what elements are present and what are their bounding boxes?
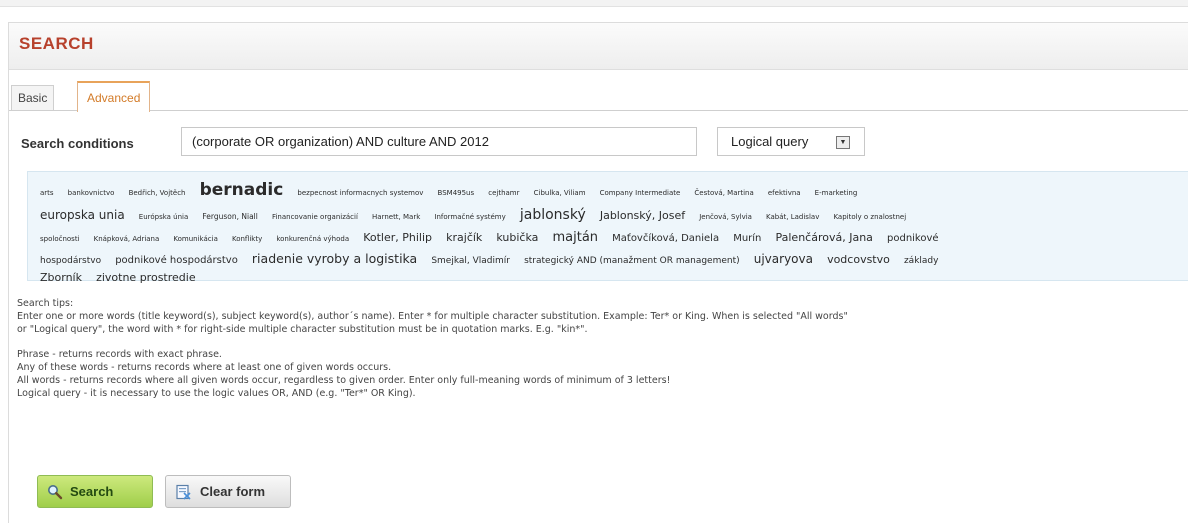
- tag-link[interactable]: Čestová, Martina: [694, 189, 753, 197]
- tips-text: or "Logical query", the word with * for …: [17, 324, 588, 335]
- tips-text: Enter one or more words (title keyword(s…: [17, 311, 848, 322]
- tag-link[interactable]: Kabát, Ladislav: [766, 213, 819, 221]
- tag-cloud-row: arts bankovnictvo Bedřich, Vojtěch berna…: [40, 180, 866, 200]
- search-button[interactable]: Search: [37, 475, 153, 508]
- tag-link[interactable]: Murín: [733, 233, 761, 244]
- query-type-select[interactable]: Logical query ▼: [717, 127, 865, 156]
- search-button-label: Search: [70, 484, 114, 499]
- tag-link[interactable]: Informačné systémy: [434, 213, 505, 221]
- tag-link[interactable]: bernadic: [200, 180, 284, 200]
- tag-link[interactable]: Komunikácia: [173, 235, 217, 243]
- tag-link[interactable]: Kapitoly o znalostnej: [833, 213, 906, 221]
- clear-form-icon: [176, 484, 191, 500]
- page-title: SEARCH: [19, 34, 94, 53]
- tag-link[interactable]: Smejkal, Vladimír: [431, 256, 510, 266]
- tag-cloud: arts bankovnictvo Bedřich, Vojtěch berna…: [27, 171, 1188, 284]
- clear-form-button[interactable]: Clear form: [165, 475, 291, 508]
- tips-logical: Logical query - it is necessary to use t…: [17, 388, 416, 399]
- tag-link[interactable]: podnikové: [887, 233, 939, 244]
- tag-link[interactable]: vodcovstvo: [827, 253, 890, 266]
- clear-form-label: Clear form: [200, 484, 266, 499]
- top-bar: [0, 0, 1188, 7]
- tag-cloud-row: spoločnosti Knápková, Adriana Komunikáci…: [40, 226, 948, 245]
- tag-link[interactable]: ujvaryova: [754, 252, 813, 266]
- tag-link[interactable]: krajčík: [446, 231, 482, 244]
- tag-link[interactable]: Company Intermediate: [600, 189, 681, 197]
- tag-link[interactable]: základy: [904, 256, 939, 266]
- tag-link[interactable]: Maťovčíková, Daniela: [612, 233, 719, 244]
- tag-link[interactable]: zivotne prostredie: [96, 271, 196, 284]
- tips-phrase: Phrase - returns records with exact phra…: [17, 349, 222, 360]
- tag-link[interactable]: efektivna: [768, 189, 801, 197]
- tag-cloud-row: hospodárstvo podnikové hospodárstvo riad…: [40, 248, 947, 267]
- tag-link[interactable]: bankovnictvo: [68, 189, 115, 197]
- search-tabs: Basic Advanced: [9, 81, 1188, 112]
- tag-link[interactable]: podnikové hospodárstvo: [115, 255, 238, 266]
- tag-link[interactable]: Zborník: [40, 271, 82, 284]
- tag-link[interactable]: Jenčová, Sylvia: [699, 213, 752, 221]
- tag-link[interactable]: Európska únia: [139, 213, 189, 221]
- query-type-value: Logical query: [731, 134, 809, 149]
- tag-link[interactable]: riadenie vyroby a logistika: [252, 251, 417, 266]
- tips-heading: Search tips:: [17, 298, 74, 309]
- tag-link[interactable]: Ferguson, Niall: [202, 212, 257, 221]
- panel-header: SEARCH: [9, 23, 1188, 70]
- tag-link[interactable]: konkurenčná výhoda: [276, 235, 349, 243]
- tag-link[interactable]: Palenčárová, Jana: [775, 231, 872, 244]
- tag-cloud-row: europska unia Európska únia Ferguson, Ni…: [40, 204, 915, 223]
- tips-all: All words - returns records where all gi…: [17, 375, 671, 386]
- tag-link[interactable]: Kotler, Philip: [363, 231, 432, 244]
- tag-link[interactable]: Konflikty: [232, 235, 262, 243]
- search-input[interactable]: [181, 127, 697, 156]
- tag-link[interactable]: cejthamr: [488, 189, 519, 197]
- tag-link[interactable]: europska unia: [40, 208, 125, 222]
- tag-link[interactable]: strategický AND (manažment OR management…: [524, 256, 740, 266]
- tag-link[interactable]: E-marketing: [815, 189, 858, 197]
- tag-link[interactable]: Jablonský, Josef: [600, 209, 685, 222]
- tips-any: Any of these words - returns records whe…: [17, 362, 392, 373]
- tag-link[interactable]: Financovanie organizácií: [272, 213, 358, 221]
- tag-link[interactable]: Cibulka, Viliam: [534, 189, 586, 197]
- tag-link[interactable]: kubička: [496, 231, 538, 244]
- tag-link[interactable]: hospodárstvo: [40, 256, 101, 266]
- tag-link[interactable]: Knápková, Adriana: [94, 235, 160, 243]
- tag-link[interactable]: Harnett, Mark: [372, 213, 420, 221]
- search-conditions-label: Search conditions: [21, 136, 134, 151]
- tag-link[interactable]: majtán: [553, 230, 599, 245]
- tag-link[interactable]: spoločnosti: [40, 235, 80, 243]
- tag-link[interactable]: arts: [40, 189, 54, 197]
- search-icon: [48, 485, 63, 500]
- tag-cloud-row: Zborník zivotne prostredie: [40, 266, 205, 285]
- chevron-down-icon[interactable]: ▼: [836, 136, 850, 149]
- search-panel: SEARCH Basic Advanced Search conditions …: [8, 22, 1188, 523]
- tab-basic[interactable]: Basic: [11, 85, 55, 110]
- tag-link[interactable]: jablonský: [520, 207, 586, 223]
- tab-advanced[interactable]: Advanced: [77, 81, 151, 112]
- search-tips: Search tips: Enter one or more words (ti…: [17, 297, 1188, 400]
- tag-link[interactable]: Bedřich, Vojtěch: [129, 189, 186, 197]
- tag-link[interactable]: BSM495us: [438, 189, 475, 197]
- tag-link[interactable]: bezpecnost informacnych systemov: [297, 189, 423, 197]
